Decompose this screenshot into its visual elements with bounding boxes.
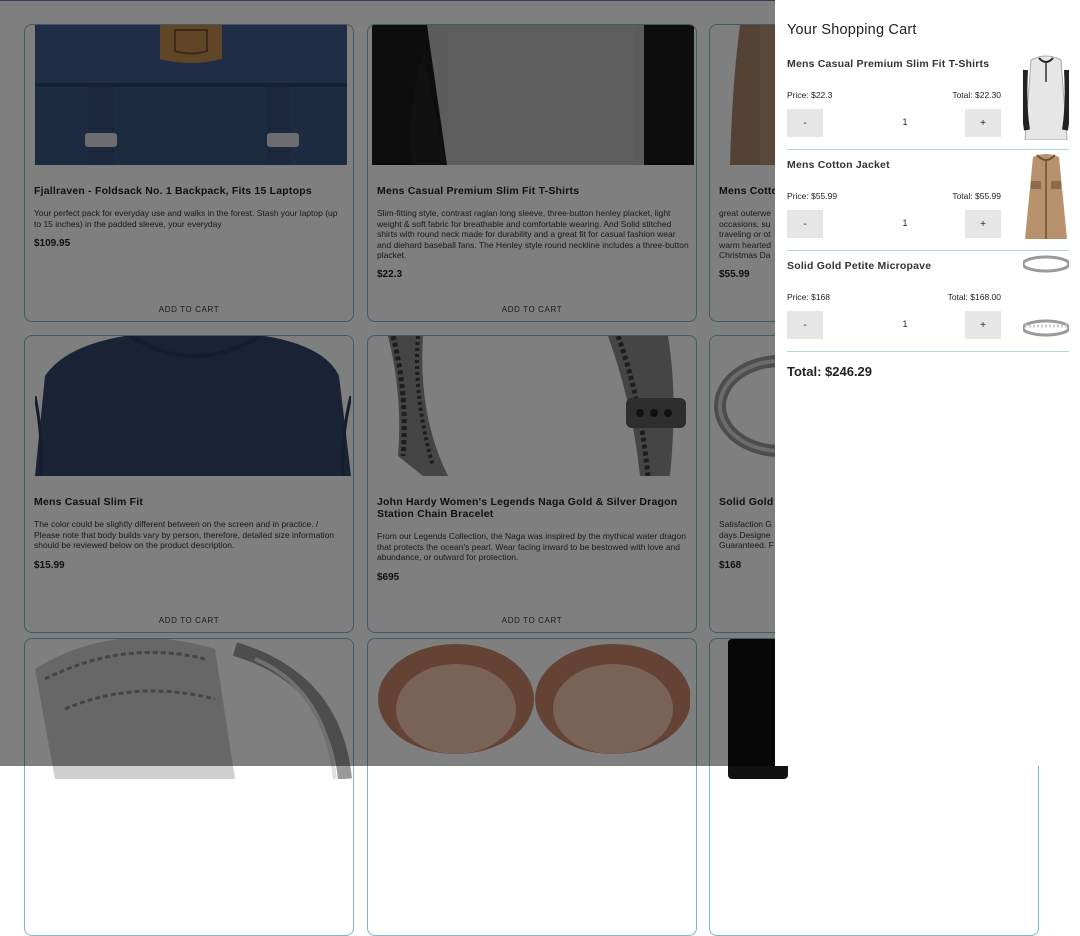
cart-item-title: Mens Cotton Jacket (787, 159, 890, 171)
quantity-value: 1 (902, 218, 908, 228)
cart-item-divider (787, 250, 1069, 251)
cart-item-divider (787, 149, 1069, 150)
decrease-quantity-button[interactable]: - (787, 109, 823, 137)
decrease-quantity-button[interactable]: - (787, 210, 823, 238)
tshirt-thumbnail (1023, 50, 1069, 140)
cart-item-price: Price: $22.3 (787, 90, 833, 100)
cart-item-total: Total: $55.99 (952, 191, 1001, 201)
decrease-quantity-button[interactable]: - (787, 311, 823, 339)
increase-quantity-button[interactable]: + (965, 311, 1001, 339)
jacket-thumbnail (1023, 151, 1069, 241)
ring-thumbnail (1023, 252, 1069, 342)
cart-grand-total: Total: $246.29 (787, 364, 873, 379)
cart-item-price: Price: $168 (787, 292, 830, 302)
increase-quantity-button[interactable]: + (965, 109, 1001, 137)
shopping-cart-panel: Your Shopping Cart Mens Casual Premium S… (775, 0, 1080, 766)
quantity-value: 1 (902, 319, 908, 329)
quantity-value: 1 (902, 117, 908, 127)
cart-item: Solid Gold Petite Micropave Price: $168 … (787, 252, 1069, 353)
increase-quantity-button[interactable]: + (965, 210, 1001, 238)
cart-item-price: Price: $55.99 (787, 191, 838, 201)
cart-item-divider (787, 351, 1069, 352)
cart-item: Mens Casual Premium Slim Fit T-Shirts Pr… (787, 50, 1069, 151)
cart-item-total: Total: $168.00 (947, 292, 1001, 302)
cart-title: Your Shopping Cart (787, 22, 917, 38)
cart-item-title: Solid Gold Petite Micropave (787, 260, 932, 272)
modal-overlay[interactable] (0, 0, 775, 766)
cart-item-title: Mens Casual Premium Slim Fit T-Shirts (787, 58, 990, 70)
cart-item: Mens Cotton Jacket Price: $55.99 Total: … (787, 151, 1069, 252)
cart-item-total: Total: $22.30 (952, 90, 1001, 100)
